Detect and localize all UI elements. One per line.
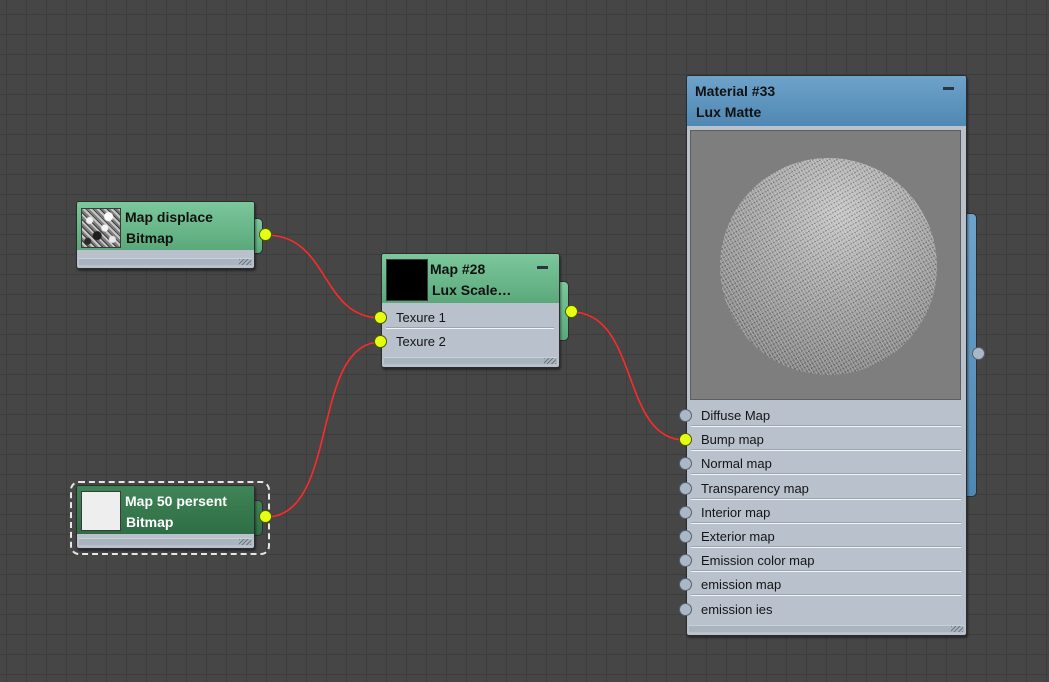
input-socket-texure-2[interactable]	[374, 335, 387, 348]
input-socket[interactable]	[679, 481, 692, 495]
node-material-33[interactable]: Material #33 Lux Matte Diffuse Map Bump m…	[679, 75, 986, 640]
output-socket[interactable]	[565, 305, 578, 318]
wire-map50-to-texure2	[265, 341, 382, 518]
node-type: Lux Scale…	[432, 282, 512, 298]
node-map-50-persent[interactable]: Map 50 persent Bitmap	[76, 485, 276, 555]
node-title: Material #33	[695, 83, 776, 99]
output-socket[interactable]	[259, 510, 272, 523]
input-label: emission map	[701, 577, 782, 593]
input-row[interactable]: Transparency map	[687, 477, 966, 501]
node-type: Bitmap	[126, 230, 174, 246]
bitmap-white-thumbnail	[81, 491, 121, 531]
material-preview	[690, 130, 961, 400]
minus-icon[interactable]	[537, 266, 548, 269]
wire-map28-to-bump	[570, 311, 686, 441]
input-socket[interactable]	[679, 602, 692, 616]
input-row[interactable]: Emission color map	[687, 549, 966, 573]
input-row[interactable]: emission ies	[687, 598, 966, 622]
input-row[interactable]: emission map	[687, 573, 966, 597]
input-label: Exterior map	[701, 529, 775, 544]
input-label: Normal map	[701, 456, 772, 472]
output-socket[interactable]	[972, 347, 985, 360]
input-label: Interior map	[701, 504, 771, 520]
input-row[interactable]: Exterior map	[687, 525, 966, 549]
input-row[interactable]: Diffuse Map	[687, 404, 966, 428]
input-row[interactable]: Normal map	[687, 452, 966, 476]
bitmap-noise-thumbnail	[81, 208, 121, 248]
input-row[interactable]: Bump map	[687, 428, 966, 452]
input-socket-texure-1[interactable]	[374, 311, 387, 324]
output-socket[interactable]	[259, 228, 272, 241]
input-label: emission ies	[701, 601, 773, 617]
node-title: Map displace	[125, 209, 213, 225]
resize-grip-icon[interactable]	[544, 358, 556, 364]
minus-icon[interactable]	[943, 87, 954, 90]
wire-displace-to-texure1	[265, 234, 382, 319]
input-label: Diffuse Map	[701, 408, 771, 423]
input-socket[interactable]	[679, 409, 692, 422]
input-row-texure-1[interactable]: Texure 1	[382, 306, 559, 330]
node-title: Map #28	[430, 261, 486, 277]
resize-grip-icon[interactable]	[239, 259, 251, 265]
preview-sphere-noise	[720, 158, 937, 375]
input-label: Bump map	[701, 432, 764, 448]
input-label: Texure 1	[396, 310, 446, 325]
node-map-displace[interactable]: Map displace Bitmap	[76, 201, 276, 271]
node-map-28[interactable]: Map #28 Lux Scale… Texure 1 Texure 2	[374, 253, 581, 373]
input-label: Texure 2	[396, 334, 446, 349]
resize-grip-icon[interactable]	[239, 539, 251, 545]
node-type: Bitmap	[126, 514, 174, 530]
node-title: Map 50 persent	[125, 493, 227, 509]
input-socket[interactable]	[679, 530, 692, 543]
input-row[interactable]: Interior map	[687, 501, 966, 525]
input-label: Transparency map	[701, 480, 809, 496]
input-socket[interactable]	[679, 505, 692, 519]
resize-grip-icon[interactable]	[951, 626, 963, 632]
node-type: Lux Matte	[696, 104, 762, 120]
black-preview-thumbnail	[386, 259, 428, 301]
input-label: Emission color map	[701, 553, 815, 569]
input-row-texure-2[interactable]: Texure 2	[382, 330, 559, 354]
